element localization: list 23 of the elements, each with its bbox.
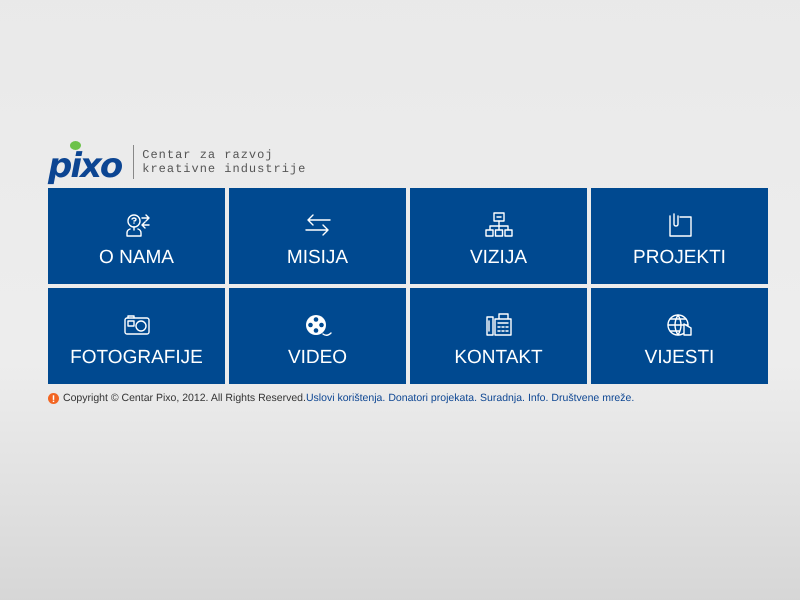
menu-tile[interactable]: KONTAKT <box>410 288 587 384</box>
menu-tile[interactable]: MISIJA <box>229 188 406 284</box>
footer-link[interactable]: Društvene mreže. <box>551 391 634 407</box>
footer-link[interactable]: Uslovi korištenja. <box>306 391 386 407</box>
menu-tile[interactable]: VIJESTI <box>591 288 768 384</box>
warning-icon <box>48 393 59 404</box>
fax-phone-icon <box>484 312 512 338</box>
logo[interactable]: pixo <box>48 141 122 183</box>
copyright-text: Copyright © Centar Pixo, 2012. All Rights Reserved. <box>63 391 306 406</box>
film-reel-icon <box>304 312 332 338</box>
menu-tile[interactable]: PROJEKTI <box>591 188 768 284</box>
footer-link[interactable]: Donatori projekata. <box>388 391 478 407</box>
menu-tile[interactable]: O NAMA <box>48 188 225 284</box>
tagline: Centar za razvoj <box>142 148 274 162</box>
exchange-icon <box>304 212 332 238</box>
footer-link[interactable]: Suradnja. <box>480 391 525 407</box>
menu-tile[interactable]: FOTOGRAFIJE <box>48 288 225 384</box>
globe-icon <box>666 312 694 338</box>
tagline: kreativne industrije <box>142 162 306 176</box>
sitemap-icon <box>484 212 512 238</box>
footer-link[interactable]: Info. <box>528 391 548 407</box>
menu-tile[interactable]: VIDEO <box>229 288 406 384</box>
menu-tile[interactable]: VIZIJA <box>410 188 587 284</box>
